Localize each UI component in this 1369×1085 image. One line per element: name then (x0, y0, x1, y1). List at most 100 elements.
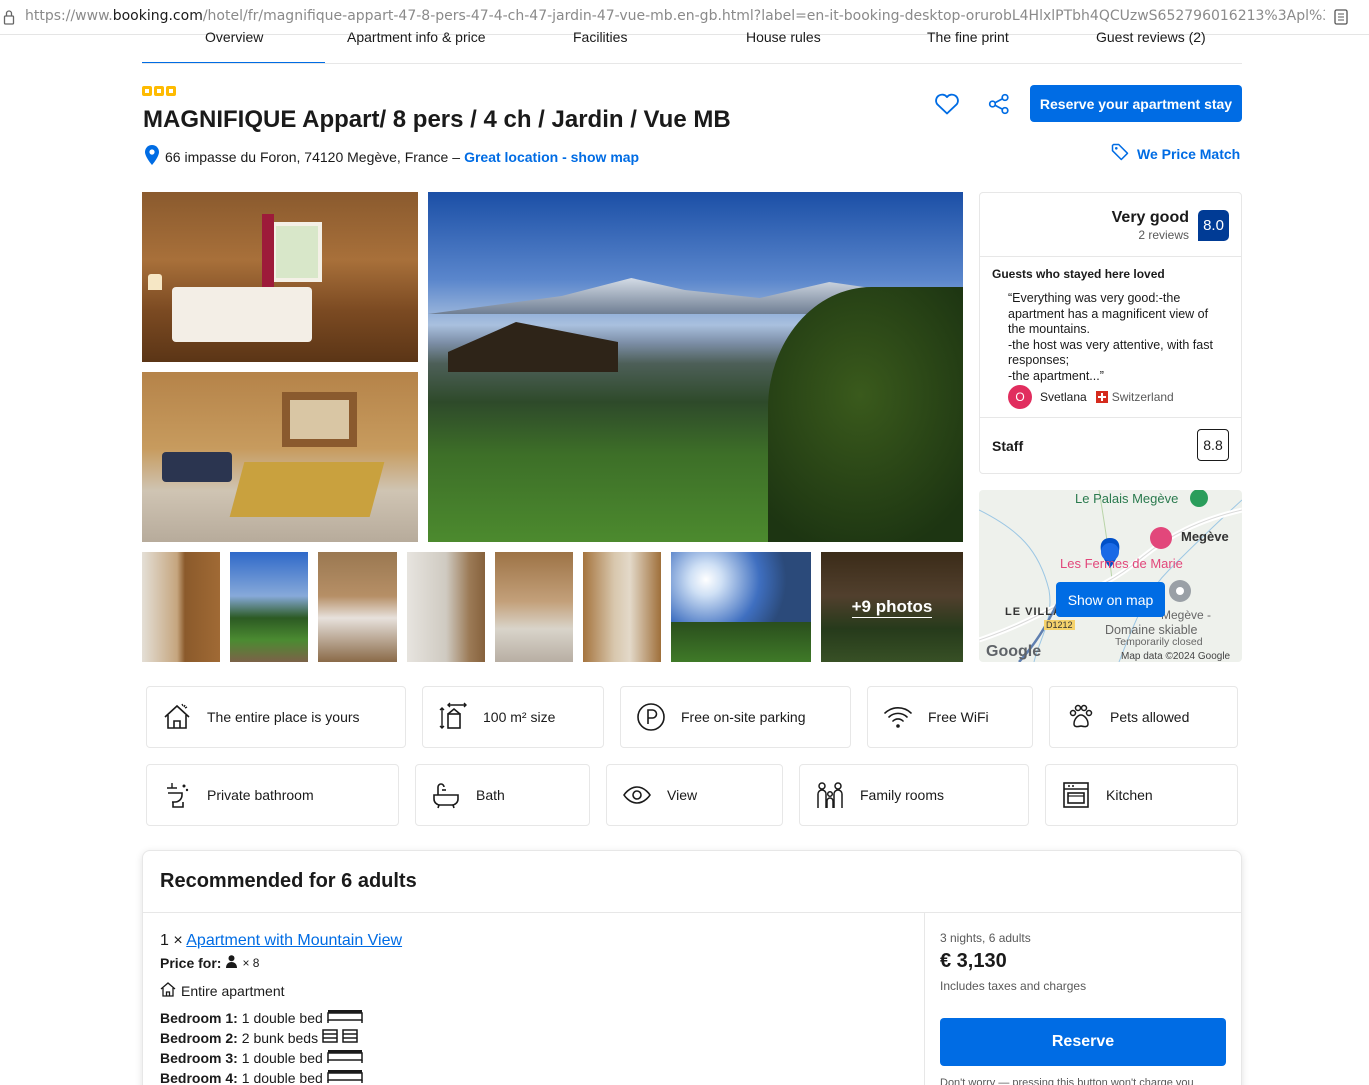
double-bed-icon (327, 1049, 363, 1066)
tab-guest-reviews[interactable]: Guest reviews (2) (1096, 29, 1206, 45)
author-country: Switzerland (1111, 390, 1174, 404)
more-photos-label[interactable]: +9 photos (851, 597, 933, 618)
bedroom-beds: 1 double bed (241, 1009, 323, 1026)
thumbnail-bedroom[interactable] (318, 552, 397, 662)
facility-private-bathroom: Private bathroom (146, 764, 399, 826)
reader-view-icon[interactable] (1334, 9, 1348, 30)
bedroom-beds: 1 double bed (241, 1049, 323, 1066)
review-quote: “Everything was very good:-the apartment… (1008, 291, 1213, 383)
show-map-link[interactable]: Great location - show map (464, 149, 639, 165)
bedroom-row: Bedroom 1: 1 double bed (160, 1009, 363, 1026)
map-label-closed: Temporarily closed (1115, 636, 1203, 648)
price-for: Price for: × 8 (160, 955, 259, 971)
bedroom-row: Bedroom 2: 2 bunk beds (160, 1029, 358, 1046)
star-icon (166, 86, 176, 96)
address-separator: – (452, 148, 461, 165)
staff-score-row: Staff 8.8 (980, 417, 1241, 474)
facility-family-rooms: Family rooms (799, 764, 1029, 826)
facility-label: The entire place is yours (207, 709, 360, 725)
review-score-header[interactable]: Very good 2 reviews 8.0 (980, 193, 1241, 257)
bedroom-label: Bedroom 1: (160, 1009, 238, 1026)
tab-fine-print[interactable]: The fine print (927, 29, 1009, 45)
wifi-icon (883, 702, 913, 732)
bedroom-beds: 2 bunk beds (241, 1029, 319, 1046)
avatar: O (1008, 385, 1032, 409)
bedroom-row: Bedroom 3: 1 double bed (160, 1049, 363, 1066)
author-name: Svetlana (1040, 390, 1087, 404)
eye-icon (622, 780, 652, 810)
address-text: 66 impasse du Foron, 74120 Megève, Franc… (165, 148, 449, 165)
tab-apartment-info[interactable]: Apartment info & price (347, 29, 486, 45)
map-label-domaine: Domaine skiable (1105, 623, 1198, 637)
thumbnail-more-photos[interactable]: +9 photos (821, 552, 963, 662)
map-label-villard: LE VILLA (1005, 606, 1062, 618)
kitchen-icon (1061, 780, 1091, 810)
swiss-flag-icon (1095, 391, 1108, 403)
double-bed-icon (327, 1069, 363, 1085)
share-icon[interactable] (987, 92, 1011, 121)
unit-name-link[interactable]: Apartment with Mountain View (186, 932, 402, 949)
price-match-label: We Price Match (1137, 145, 1241, 162)
bedroom-row: Bedroom 4: 1 double bed (160, 1069, 363, 1085)
location-map[interactable]: Le Palais Megève Megève Les Fermes de Ma… (979, 490, 1242, 662)
property-title: MAGNIFIQUE Appart/ 8 pers / 4 ch / Jardi… (143, 106, 731, 133)
recommended-title: Recommended for 6 adults (160, 870, 417, 892)
property-address: 66 impasse du Foron, 74120 Megève, Franc… (145, 145, 639, 168)
reserve-apartment-button[interactable]: Reserve your apartment stay (1030, 85, 1242, 122)
thumbnail-bathroom[interactable] (142, 552, 220, 662)
score-badge: 8.0 (1198, 210, 1229, 241)
bunk-bed-icon (322, 1029, 338, 1046)
facility-size: 100 m² size (422, 686, 604, 748)
url-text[interactable]: https://www.booking.com/hotel/fr/magnifi… (25, 8, 1325, 24)
thumbnail-bath[interactable] (407, 552, 485, 662)
thumbnail-hallway[interactable] (583, 552, 661, 662)
review-author: O Svetlana Switzerland (1008, 385, 1174, 409)
total-price: € 3,130 (940, 950, 1007, 972)
size-icon (438, 702, 468, 732)
paw-icon (1065, 702, 1095, 732)
price-for-count: × 8 (242, 956, 260, 970)
facility-parking: Free on-site parking (620, 686, 851, 748)
bath-icon (431, 780, 461, 810)
review-summary: Very good 2 reviews 8.0 Guests who staye… (979, 192, 1242, 474)
photo-dining-room[interactable] (142, 372, 418, 542)
facility-label: Bath (476, 787, 505, 803)
map-label-fermes: Les Fermes de Marie (1060, 556, 1183, 571)
bedroom-beds: 1 double bed (241, 1069, 323, 1085)
facility-entire-place: The entire place is yours (146, 686, 406, 748)
photo-mountain-view[interactable] (428, 192, 963, 542)
map-label-megeve-domaine: Megève - (1161, 608, 1212, 622)
tab-house-rules[interactable]: House rules (746, 29, 821, 45)
loved-heading: Guests who stayed here loved (992, 267, 1165, 281)
facility-pets: Pets allowed (1049, 686, 1238, 748)
facility-label: Free WiFi (928, 709, 989, 725)
stay-summary: 3 nights, 6 adults (940, 931, 1031, 945)
photo-bedroom[interactable] (142, 192, 418, 362)
thumbnail-terrace[interactable] (230, 552, 308, 662)
unit-line: 1 × Apartment with Mountain View (160, 932, 402, 950)
star-icon (142, 86, 152, 96)
staff-label: Staff (992, 438, 1024, 454)
google-logo: Google (986, 643, 1042, 660)
entire-apartment: Entire apartment (160, 982, 285, 1000)
home-icon (160, 982, 176, 1000)
save-heart-icon[interactable] (934, 92, 960, 121)
facility-kitchen: Kitchen (1045, 764, 1238, 826)
show-on-map-button[interactable]: Show on map (1056, 582, 1165, 617)
tab-facilities[interactable]: Facilities (573, 29, 627, 45)
facility-label: View (667, 787, 698, 803)
reserve-button[interactable]: Reserve (940, 1018, 1226, 1066)
thumbnail-living-room[interactable] (495, 552, 573, 662)
parking-icon (636, 702, 666, 732)
price-tag-icon (1111, 143, 1129, 164)
price-for-label: Price for: (160, 955, 222, 971)
thumbnail-landscape[interactable] (671, 552, 811, 662)
entire-apartment-label: Entire apartment (181, 983, 285, 999)
price-match-link[interactable]: We Price Match (1111, 143, 1240, 164)
tab-overview[interactable]: Overview (205, 29, 263, 45)
facility-label: Family rooms (860, 787, 945, 803)
facility-bath: Bath (415, 764, 590, 826)
facility-label: Pets allowed (1110, 709, 1190, 725)
rating-word: Very good (1111, 209, 1189, 226)
star-icon (154, 86, 164, 96)
